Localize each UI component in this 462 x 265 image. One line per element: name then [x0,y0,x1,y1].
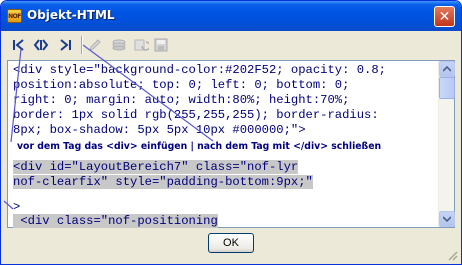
dialog-window: NOF Objekt-HTML ✕ <div style="background… [0,0,462,265]
title-bar[interactable]: NOF Objekt-HTML ✕ [1,1,461,31]
goto-end-button[interactable] [55,36,75,54]
ok-button[interactable]: OK [208,233,254,253]
close-button[interactable]: ✕ [434,6,455,27]
code-block[interactable]: <div style="background-color:#202F52; op… [13,63,386,138]
save-icon [154,38,168,52]
goto-end-icon [60,39,71,51]
code-line[interactable]: <div class="nof-positioning [13,214,218,229]
refresh-button[interactable] [131,36,151,54]
chevron-up-icon [443,66,451,72]
toolbar [5,33,457,57]
expand-icon [33,39,49,51]
selected-code[interactable]: <div id="LayoutBereich7" class="nof-lyr … [13,160,313,190]
edit-button[interactable] [85,36,105,54]
scroll-up-button[interactable] [439,61,455,77]
stack-button[interactable] [109,36,129,54]
goto-start-icon [13,39,24,51]
close-icon: ✕ [438,8,451,25]
selected-line[interactable]: nof-clearfix" style="padding-bottom:9px;… [13,175,313,189]
html-editor[interactable]: <div style="background-color:#202F52; op… [7,60,455,228]
expand-button[interactable] [31,36,51,54]
goto-start-button[interactable] [9,36,29,54]
code-line[interactable]: > [13,200,20,215]
scroll-thumb[interactable] [439,77,455,99]
edit-icon [89,39,101,51]
resize-grip-icon[interactable] [446,249,458,261]
save-button[interactable] [151,36,171,54]
selected-line[interactable]: <div class="nof-positioning [13,214,218,228]
selected-line[interactable]: <div id="LayoutBereich7" class="nof-lyr [13,160,299,174]
app-icon: NOF [7,9,22,23]
chevron-down-icon [443,216,451,222]
window-title: Objekt-HTML [27,8,115,22]
refresh-icon [134,39,149,51]
scroll-down-button[interactable] [439,211,455,227]
insert-hint: vor dem Tag das <div> einfügen | nach de… [17,141,382,152]
stack-icon [112,39,126,51]
toolbar-separator [81,36,83,54]
vertical-scrollbar[interactable] [438,61,455,227]
